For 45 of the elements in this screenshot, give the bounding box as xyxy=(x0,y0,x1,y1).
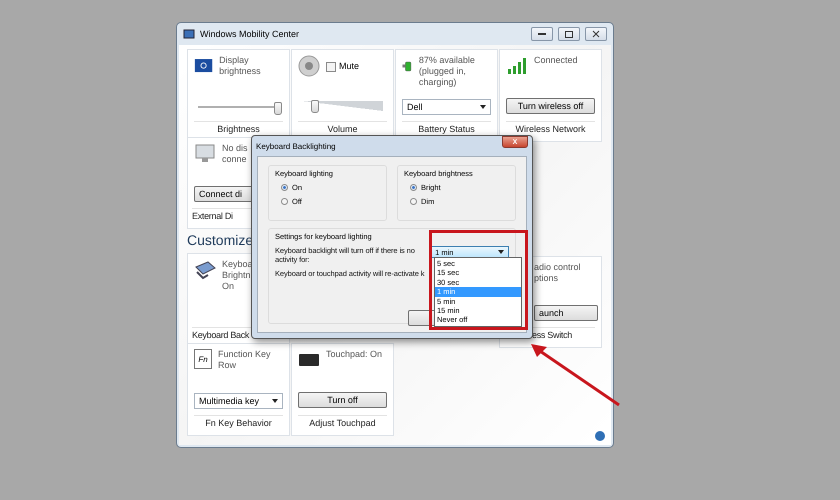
checkbox-label: Mute xyxy=(339,61,360,72)
tile-label: Display brightness xyxy=(219,55,262,77)
radio-button[interactable] xyxy=(281,198,288,205)
close-icon xyxy=(592,30,600,38)
tile-label: adio control xyxy=(534,262,581,273)
speaker-icon xyxy=(298,55,320,77)
caret-icon xyxy=(272,399,278,403)
caret-icon xyxy=(498,250,504,254)
tile-button[interactable]: Turn off xyxy=(298,392,387,408)
signal-bars-icon xyxy=(506,55,528,77)
radio-button[interactable] xyxy=(410,184,417,191)
tile-title: Adjust Touchpad xyxy=(298,415,387,435)
maximize-button[interactable] xyxy=(558,27,580,41)
slider-thumb[interactable] xyxy=(274,102,282,115)
minimize-button[interactable] xyxy=(531,27,553,41)
tile-label: Function Key Row xyxy=(218,349,272,371)
minimize-icon xyxy=(538,32,546,36)
keyboard-icon xyxy=(194,259,216,281)
radio-button[interactable] xyxy=(281,184,288,191)
mute-checkbox[interactable]: Mute xyxy=(326,61,360,72)
window-title: Windows Mobility Center xyxy=(200,29,300,39)
tile-title: Fn Key Behavior xyxy=(194,415,283,435)
tile-label: conne xyxy=(222,154,248,165)
tile-label: On xyxy=(222,281,236,292)
app-icon xyxy=(183,28,195,40)
monitor-icon xyxy=(194,143,216,165)
tile-label: Touchpad: On xyxy=(326,349,382,360)
section-heading: Customize xyxy=(187,231,254,249)
radio-button[interactable] xyxy=(410,198,417,205)
tile-button[interactable]: aunch xyxy=(534,305,598,321)
slider-thumb[interactable] xyxy=(311,100,320,113)
tile-label: Connected xyxy=(534,55,578,66)
close-button[interactable] xyxy=(585,27,607,41)
maximize-icon xyxy=(565,30,573,38)
dialog-title: Keyboard Backlighting xyxy=(256,142,336,150)
tile-label: No dis xyxy=(222,143,248,154)
tile-label: ptions xyxy=(534,273,560,284)
tile-label: 87% available (plugged in, charging) xyxy=(418,55,476,88)
caret-icon xyxy=(480,105,486,109)
dropdown-field[interactable]: Dell xyxy=(402,99,491,115)
tile-button[interactable]: Turn wireless off xyxy=(506,98,595,114)
fn-key-icon: Fn xyxy=(194,349,212,369)
tile-label: Brightn xyxy=(222,270,252,281)
dropdown-field[interactable]: Multimedia key xyxy=(194,393,283,409)
checkbox-square[interactable] xyxy=(326,62,336,72)
